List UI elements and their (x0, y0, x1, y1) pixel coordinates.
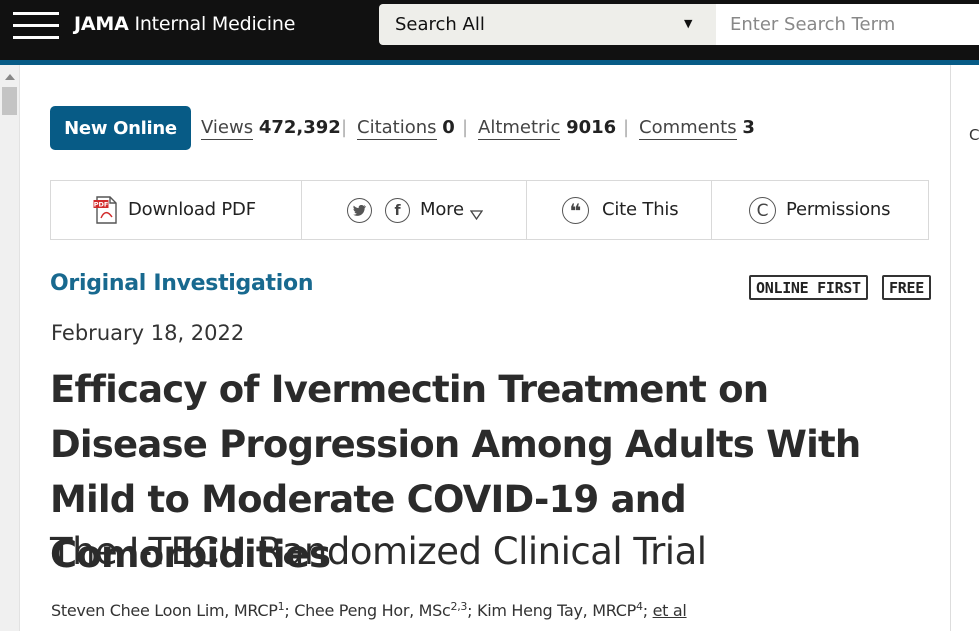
altmetric-metric[interactable]: Altmetric 9016 (478, 117, 617, 140)
more-label: More (420, 199, 464, 220)
author-list: Steven Chee Loon Lim, MRCP1; Chee Peng H… (51, 600, 687, 620)
comments-metric[interactable]: Comments 3 (639, 117, 755, 140)
metric-separator: | (462, 117, 469, 138)
copyright-icon: C (749, 197, 776, 224)
brand-bold: JAMA (74, 13, 129, 35)
search-scope-label: Search All (395, 14, 485, 35)
free-badge: FREE (882, 275, 931, 300)
share-more-button[interactable]: f More (302, 181, 527, 239)
citations-label: Citations (357, 117, 437, 140)
permissions-label: Permissions (786, 199, 891, 220)
facebook-icon[interactable]: f (385, 198, 410, 223)
views-value: 472,392 (258, 117, 341, 138)
download-pdf-label: Download PDF (128, 199, 256, 220)
et-al-link[interactable]: et al (653, 601, 687, 620)
metric-separator: | (623, 117, 630, 138)
scroll-up-icon[interactable] (5, 74, 15, 80)
caret-down-icon: ▼ (684, 17, 693, 30)
comments-value: 3 (742, 117, 755, 138)
scrollbar[interactable] (0, 65, 20, 631)
online-first-badge: ONLINE FIRST (749, 275, 868, 300)
metric-separator: | (341, 117, 348, 138)
twitter-icon[interactable] (347, 198, 372, 223)
permissions-button[interactable]: C Permissions (712, 181, 928, 239)
triangle-down-icon (469, 205, 484, 224)
altmetric-label: Altmetric (478, 117, 561, 140)
quote-icon: ❝ (562, 197, 589, 224)
cite-this-button[interactable]: ❝ Cite This (527, 181, 712, 239)
right-column-text: C (969, 126, 979, 144)
site-logo[interactable]: JAMA Internal Medicine (74, 13, 295, 35)
svg-text:PDF: PDF (94, 201, 109, 209)
site-header: JAMA Internal Medicine Search All ▼ (0, 0, 979, 60)
scrollbar-thumb[interactable] (2, 87, 17, 115)
search-input[interactable] (716, 4, 979, 45)
affiliation-number[interactable]: 2,3 (451, 600, 468, 613)
article-subtitle: The I-TECH Randomized Clinical Trial (50, 530, 707, 573)
views-metric[interactable]: Views 472,392 (201, 117, 341, 140)
header-accent-bar (0, 60, 979, 65)
cite-this-label: Cite This (602, 199, 679, 220)
right-column-divider (950, 65, 951, 631)
menu-icon[interactable] (13, 11, 59, 41)
comments-label: Comments (639, 117, 737, 140)
altmetric-value: 9016 (566, 117, 617, 138)
publication-date: February 18, 2022 (51, 321, 245, 345)
author-name[interactable]: Kim Heng Tay, MRCP (477, 601, 636, 620)
citations-value: 0 (442, 117, 455, 138)
affiliation-number[interactable]: 4 (636, 600, 643, 613)
citations-metric[interactable]: Citations 0 (357, 117, 455, 140)
article-type[interactable]: Original Investigation (50, 271, 313, 296)
pdf-file-icon: PDF (93, 196, 119, 228)
new-online-button[interactable]: New Online (50, 106, 191, 150)
affiliation-number[interactable]: 1 (278, 600, 285, 613)
views-label: Views (201, 117, 254, 140)
search-scope-select[interactable]: Search All ▼ (379, 4, 716, 45)
article-toolbar: PDF Download PDF f More ❝ Cite This C Pe… (50, 180, 929, 240)
download-pdf-button[interactable]: PDF Download PDF (51, 181, 302, 239)
author-name[interactable]: Chee Peng Hor, MSc (294, 601, 451, 620)
brand-name: Internal Medicine (134, 13, 296, 35)
author-name[interactable]: Steven Chee Loon Lim, MRCP (51, 601, 278, 620)
